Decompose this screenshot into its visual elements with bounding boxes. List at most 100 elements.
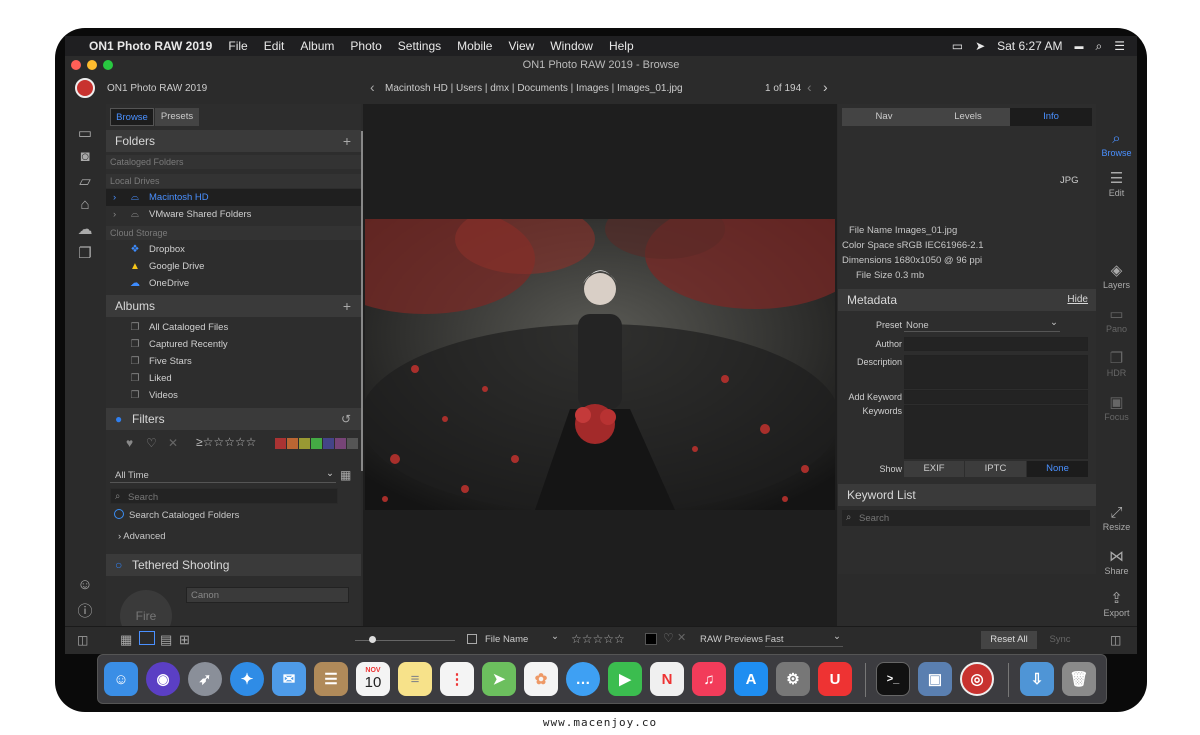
- add-album-icon[interactable]: +: [343, 295, 351, 317]
- folders-header[interactable]: Folders +: [106, 130, 361, 152]
- zoom-window-button[interactable]: [103, 60, 113, 70]
- metadata-header[interactable]: Metadata Hide: [838, 289, 1096, 311]
- folder-search-icon[interactable]: ▱: [65, 172, 105, 190]
- module-share[interactable]: ⋈ Share: [1096, 548, 1137, 577]
- time-select[interactable]: All Time ⌄: [110, 468, 336, 483]
- music-icon[interactable]: ♫: [692, 662, 726, 696]
- menu-window[interactable]: Window: [542, 39, 601, 53]
- module-pano[interactable]: ▭ Pano: [1096, 306, 1137, 335]
- cloud-icon[interactable]: ☁: [65, 220, 105, 238]
- color-label-none[interactable]: [347, 438, 358, 449]
- mail-icon[interactable]: ✉: [272, 662, 306, 696]
- prev-image-icon[interactable]: ‹: [807, 79, 812, 95]
- filters-header[interactable]: ● Filters ↺: [106, 408, 361, 430]
- sort-select[interactable]: File Name ⌄: [485, 631, 561, 647]
- on1-dock-icon[interactable]: ◎: [960, 662, 994, 696]
- close-window-button[interactable]: [71, 60, 81, 70]
- menu-file[interactable]: File: [220, 39, 255, 53]
- drive-vmware-shared[interactable]: › ⌓ VMware Shared Folders: [106, 206, 361, 223]
- module-browse[interactable]: ⌕ Browse: [1096, 130, 1137, 159]
- album-captured-recently[interactable]: ❐ Captured Recently: [106, 336, 361, 353]
- album-liked[interactable]: ❐ Liked: [106, 370, 361, 387]
- airplay-icon[interactable]: ▭: [952, 39, 963, 53]
- color-label-filter[interactable]: [275, 438, 358, 449]
- help-icon[interactable]: ⓘ: [65, 600, 105, 621]
- photos-icon[interactable]: ✿: [524, 662, 558, 696]
- detail-view-icon[interactable]: [139, 631, 155, 645]
- siri-icon[interactable]: ◉: [146, 662, 180, 696]
- app-menu[interactable]: ON1 Photo RAW 2019: [81, 39, 220, 53]
- module-layers[interactable]: ◈ Layers: [1096, 262, 1137, 291]
- spotlight-icon[interactable]: ⌕: [1096, 39, 1103, 54]
- color-label-yellow[interactable]: [299, 438, 310, 449]
- maps-icon[interactable]: ➤: [482, 662, 516, 696]
- drive-icon[interactable]: ⌂: [65, 196, 105, 213]
- messages-icon[interactable]: …: [566, 662, 600, 696]
- select-checkbox[interactable]: [467, 634, 477, 644]
- module-export[interactable]: ⇪ Export: [1096, 590, 1137, 619]
- notes-icon[interactable]: ≡: [398, 662, 432, 696]
- news-icon[interactable]: N: [650, 662, 684, 696]
- reject-icon[interactable]: ✕: [677, 631, 686, 644]
- filmstrip-view-icon[interactable]: ▤: [160, 632, 172, 648]
- finder-icon[interactable]: ☺: [104, 662, 138, 696]
- keywords-field[interactable]: [904, 405, 1088, 459]
- tab-browse[interactable]: Browse: [110, 108, 154, 126]
- flag-icon[interactable]: ▬: [1075, 41, 1084, 51]
- color-label-green[interactable]: [311, 438, 322, 449]
- chevron-down-icon[interactable]: ⌄: [833, 631, 841, 642]
- menu-album[interactable]: Album: [292, 39, 342, 53]
- preview-icon[interactable]: ▣: [918, 662, 952, 696]
- user-icon[interactable]: ☺: [65, 576, 105, 593]
- chevron-down-icon[interactable]: ⌄: [326, 468, 334, 479]
- module-hdr[interactable]: ❐ HDR: [1096, 350, 1137, 379]
- color-label-orange[interactable]: [287, 438, 298, 449]
- add-keyword-field[interactable]: [904, 390, 1088, 404]
- chevron-down-icon[interactable]: ⌄: [1050, 317, 1058, 328]
- show-none[interactable]: None: [1027, 461, 1088, 477]
- album-all-cataloged[interactable]: ❐ All Cataloged Files: [106, 319, 361, 336]
- launchpad-icon[interactable]: ➶: [188, 662, 222, 696]
- description-field[interactable]: [904, 355, 1088, 389]
- toggle-left-panel-icon[interactable]: ◫: [77, 633, 88, 647]
- author-field[interactable]: [904, 337, 1088, 351]
- filter-active-dot-icon[interactable]: ●: [115, 408, 122, 430]
- notification-center-icon[interactable]: ☰: [1114, 39, 1125, 53]
- app-store-icon[interactable]: A: [734, 662, 768, 696]
- reject-icon[interactable]: ✕: [168, 436, 178, 450]
- module-focus[interactable]: ▣ Focus: [1096, 394, 1137, 423]
- chevron-right-icon[interactable]: ›: [113, 189, 116, 206]
- keyword-search-field[interactable]: ⌕ Search: [842, 510, 1090, 526]
- drive-macintosh-hd[interactable]: › ⌓ Macintosh HD: [106, 189, 361, 206]
- compare-view-icon[interactable]: ⊞: [179, 632, 190, 648]
- rating-stars[interactable]: ☆☆☆☆☆: [571, 632, 625, 646]
- trash-icon[interactable]: 🗑: [1062, 662, 1096, 696]
- albums-icon[interactable]: ❐: [65, 244, 105, 262]
- calendar-icon[interactable]: NOV 10: [356, 662, 390, 696]
- main-photo[interactable]: [365, 219, 835, 510]
- menu-photo[interactable]: Photo: [342, 39, 389, 53]
- breadcrumb-users[interactable]: Users: [456, 83, 482, 94]
- tab-presets[interactable]: Presets: [155, 108, 199, 126]
- reset-filters-icon[interactable]: ↺: [341, 408, 351, 430]
- album-videos[interactable]: ❐ Videos: [106, 387, 361, 404]
- tab-levels[interactable]: Levels: [926, 108, 1010, 126]
- sync-button[interactable]: Sync: [1040, 631, 1080, 649]
- color-label-swatch[interactable]: [645, 633, 657, 645]
- show-exif[interactable]: EXIF: [904, 461, 964, 477]
- terminal-icon[interactable]: >_: [876, 662, 910, 696]
- toggle-right-panel-icon[interactable]: ◫: [1110, 633, 1121, 647]
- back-icon[interactable]: ‹: [370, 79, 375, 95]
- module-edit[interactable]: ☰ Edit: [1096, 170, 1137, 199]
- system-preferences-icon[interactable]: ⚙: [776, 662, 810, 696]
- cursor-icon[interactable]: ➤: [975, 39, 985, 53]
- grid-view-icon[interactable]: ▦: [120, 632, 132, 648]
- chevron-right-icon[interactable]: ›: [113, 206, 116, 223]
- menu-settings[interactable]: Settings: [390, 39, 449, 53]
- heart-filled-icon[interactable]: ♥: [126, 436, 133, 450]
- downloads-folder-icon[interactable]: ⇩: [1020, 662, 1054, 696]
- search-cataloged-radio[interactable]: [114, 509, 124, 519]
- minimize-window-button[interactable]: [87, 60, 97, 70]
- albums-header[interactable]: Albums +: [106, 295, 361, 317]
- tethered-header[interactable]: ○ Tethered Shooting: [106, 554, 361, 576]
